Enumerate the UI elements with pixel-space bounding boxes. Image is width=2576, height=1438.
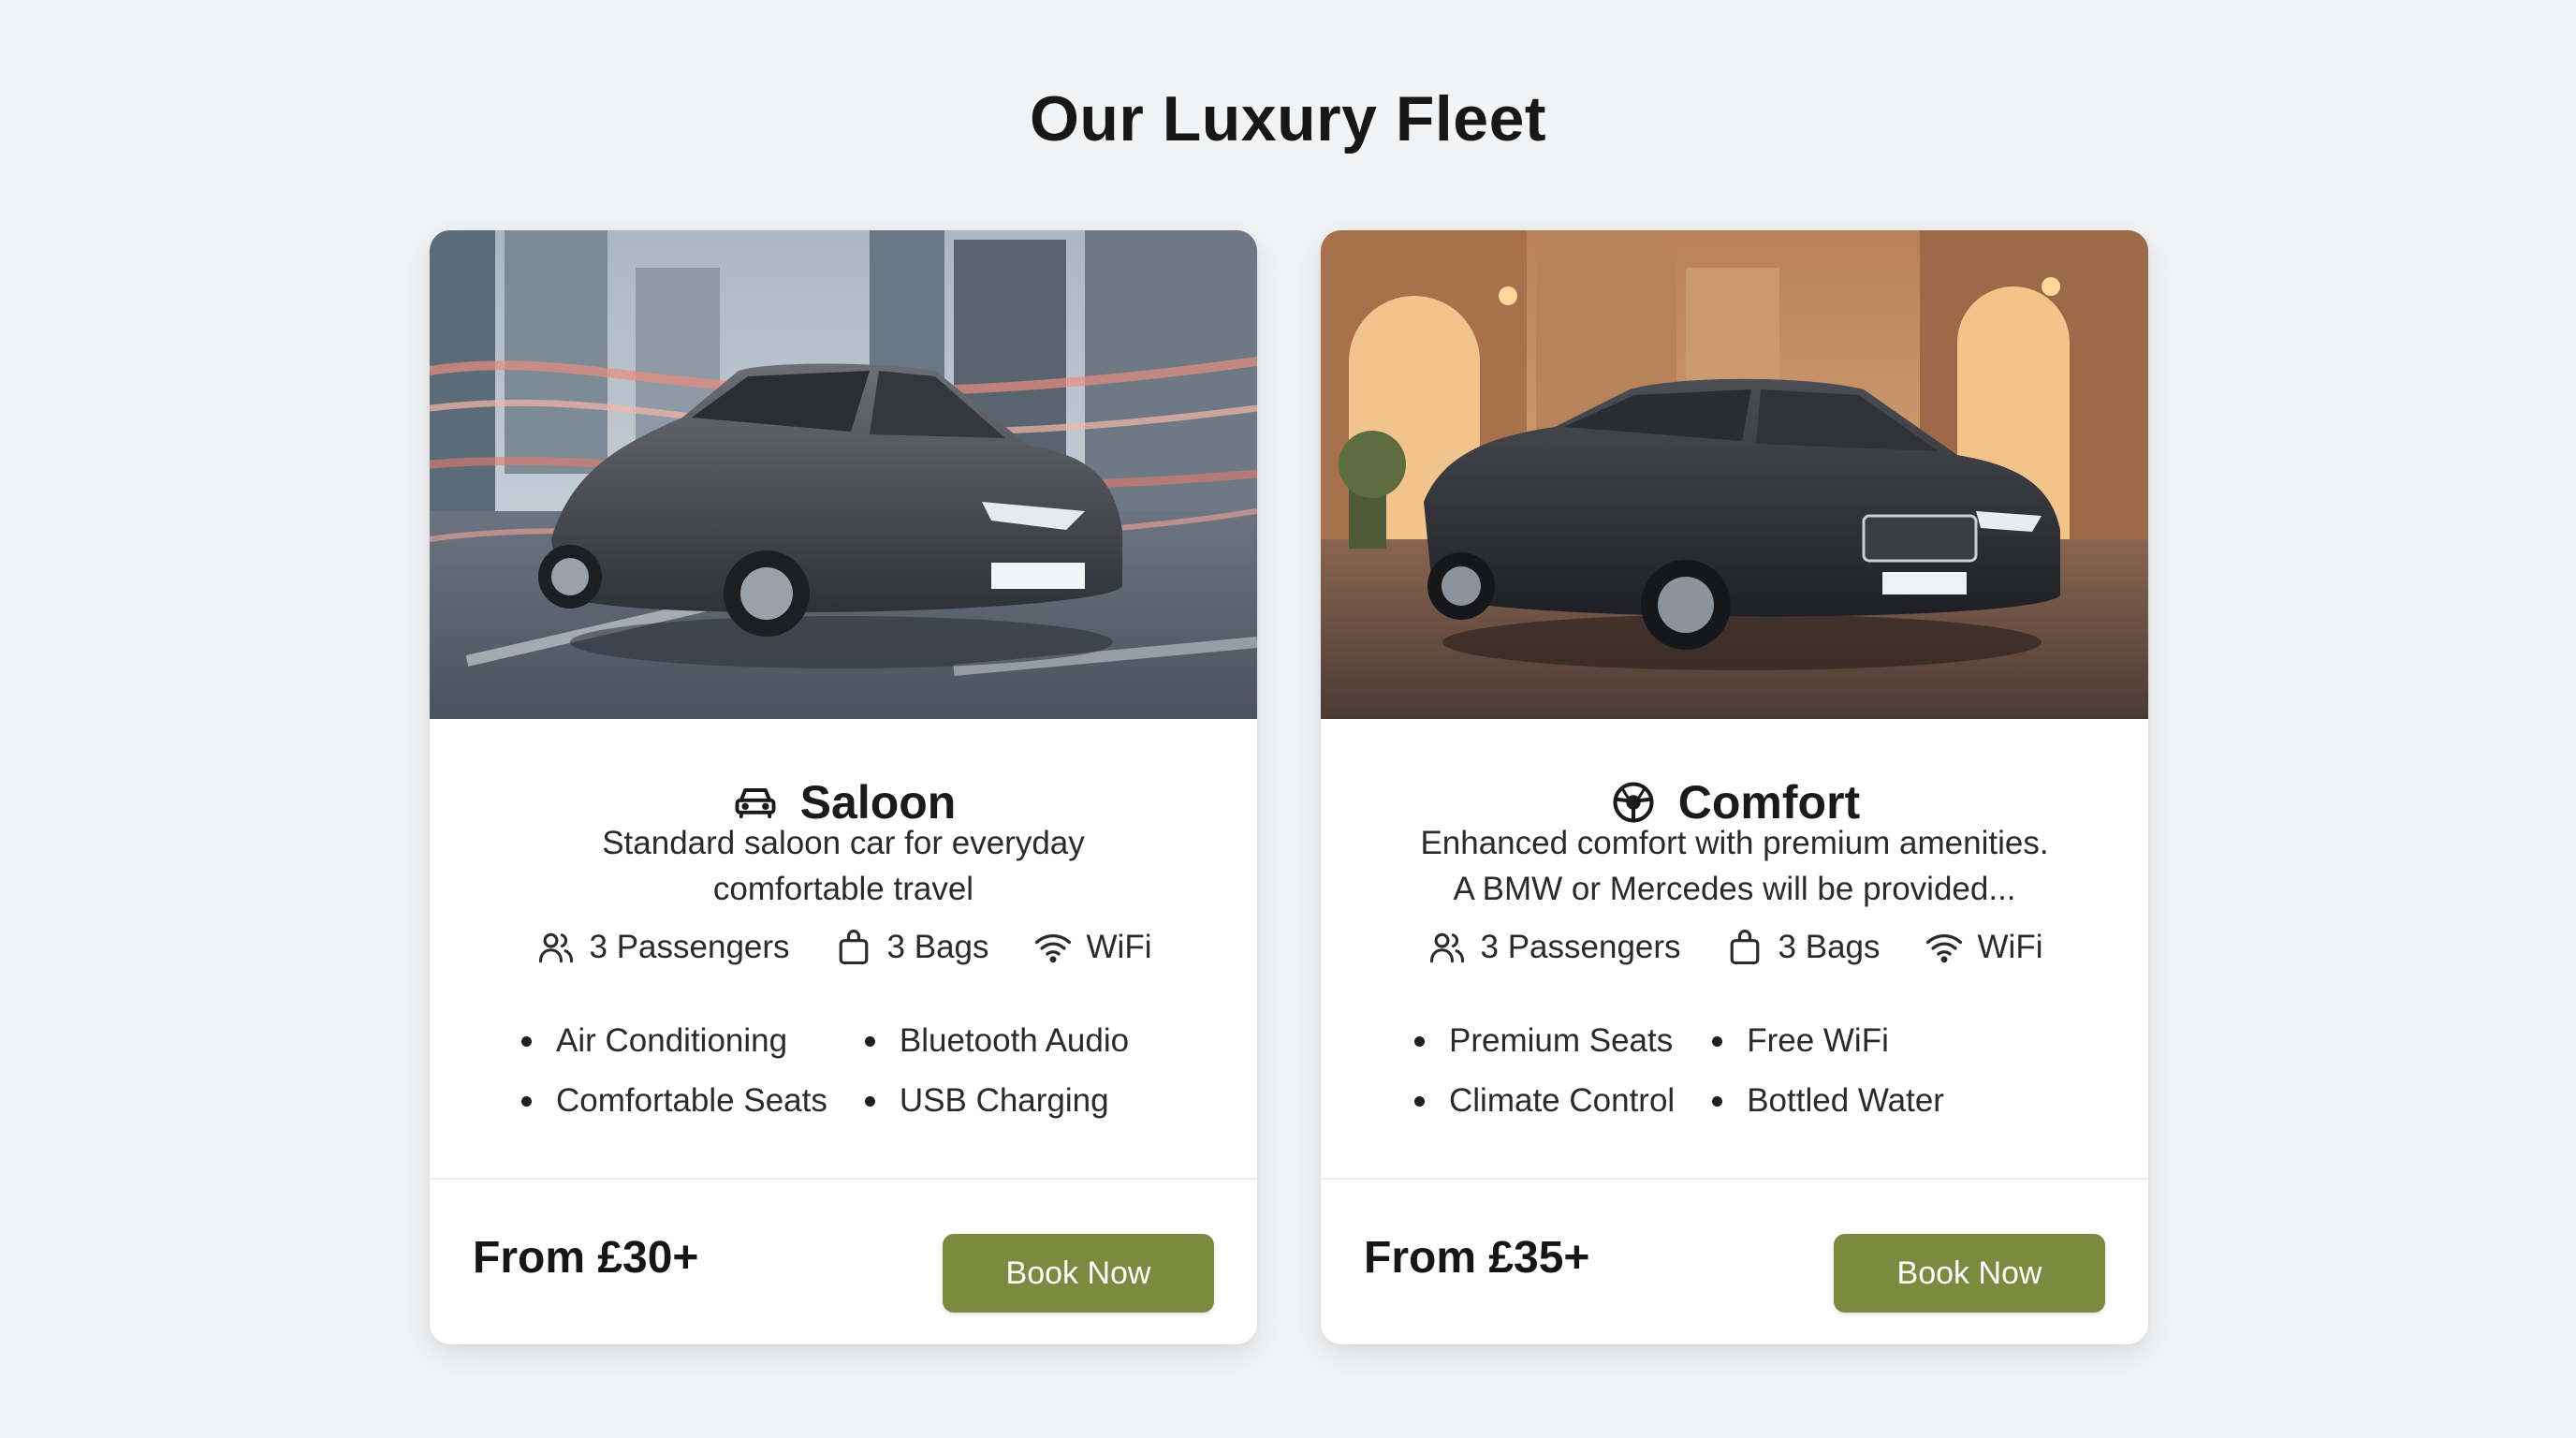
feature-item: Comfortable Seats	[521, 1080, 827, 1122]
specs-row: 3 Passengers 3 Bags WiFi	[1321, 927, 2148, 968]
spec-bags: 3 Bags	[1724, 927, 1881, 968]
users-icon	[538, 932, 573, 963]
vehicle-card-saloon: Saloon Standard saloon car for everyday …	[430, 230, 1257, 1344]
wifi-label: WiFi	[1977, 929, 2043, 965]
feature-item: Climate Control	[1414, 1080, 1675, 1122]
spec-passengers: 3 Passengers	[535, 927, 790, 968]
page-title: Our Luxury Fleet	[1029, 83, 1547, 154]
divider	[430, 1178, 1257, 1180]
users-icon	[1429, 932, 1464, 963]
description-line: Enhanced comfort with premium amenities.	[1420, 825, 2049, 861]
vehicle-image-saloon	[430, 230, 1257, 719]
feature-item: Bottled Water	[1712, 1080, 1944, 1122]
bag-icon	[839, 930, 868, 965]
passengers-label: 3 Passengers	[1480, 929, 1681, 965]
card-description: Standard saloon car for everyday comfort…	[486, 820, 1201, 912]
spec-passengers: 3 Passengers	[1427, 927, 1681, 968]
wifi-icon	[1925, 933, 1962, 963]
bag-icon	[1730, 930, 1759, 965]
feature-item: Air Conditioning	[521, 1020, 827, 1062]
specs-row: 3 Passengers 3 Bags WiFi	[430, 927, 1257, 968]
bags-label: 3 Bags	[886, 929, 989, 965]
price-label: From £30+	[473, 1233, 699, 1283]
wifi-label: WiFi	[1086, 929, 1152, 965]
divider	[1321, 1178, 2148, 1180]
book-now-button[interactable]: Book Now	[1834, 1234, 2105, 1313]
features-list: Air Conditioning Bluetooth Audio Comfort…	[521, 1020, 1129, 1122]
wifi-icon	[1034, 933, 1071, 963]
feature-item: Bluetooth Audio	[864, 1020, 1129, 1062]
feature-item: Premium Seats	[1414, 1020, 1675, 1062]
vehicle-card-comfort: Comfort Enhanced comfort with premium am…	[1321, 230, 2148, 1344]
description-line: A BMW or Mercedes will be provided...	[1453, 871, 2016, 907]
card-body: Saloon Standard saloon car for everyday …	[430, 719, 1257, 1344]
spec-wifi: WiFi	[1924, 927, 2043, 968]
spec-bags: 3 Bags	[833, 927, 989, 968]
passengers-label: 3 Passengers	[589, 929, 790, 965]
book-now-button[interactable]: Book Now	[943, 1234, 1214, 1313]
description-line: Standard saloon car for everyday	[602, 825, 1085, 861]
description-line: comfortable travel	[712, 871, 974, 907]
vehicle-image-comfort	[1321, 230, 2148, 719]
spec-wifi: WiFi	[1032, 927, 1152, 968]
card-description: Enhanced comfort with premium amenities.…	[1377, 820, 2092, 912]
card-body: Comfort Enhanced comfort with premium am…	[1321, 719, 2148, 1344]
bags-label: 3 Bags	[1778, 929, 1881, 965]
features-list: Premium Seats Free WiFi Climate Control …	[1414, 1020, 1944, 1122]
feature-item: USB Charging	[864, 1080, 1129, 1122]
feature-item: Free WiFi	[1712, 1020, 1944, 1062]
price-label: From £35+	[1364, 1233, 1590, 1283]
